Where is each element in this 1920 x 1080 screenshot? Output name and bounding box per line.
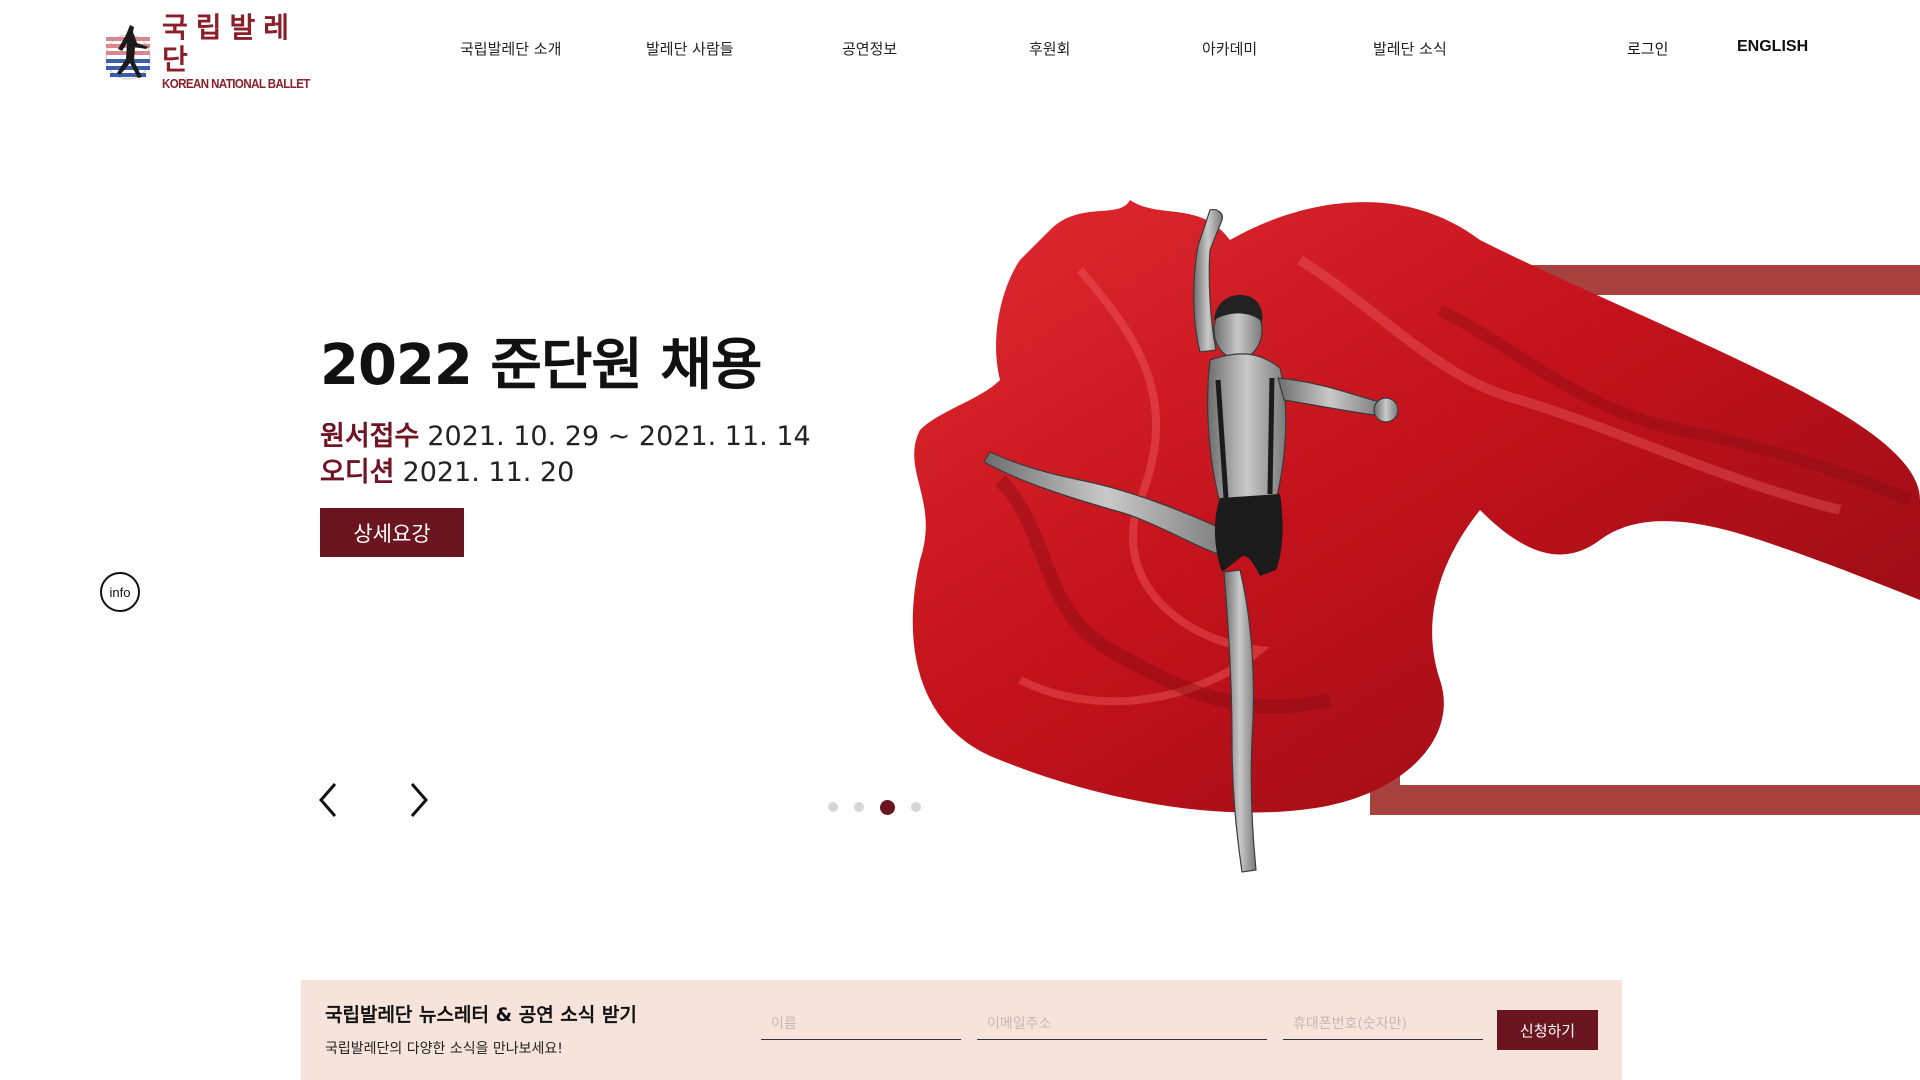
logo-english: KOREAN NATIONAL BALLET xyxy=(162,77,310,91)
newsletter-subtitle: 국립발레단의 다양한 소식을 만나보세요! xyxy=(325,1041,563,1057)
audition-date: 오디션 2021. 11. 20 xyxy=(320,450,574,489)
main-navigation: 국립발레단 소개 발레단 사람들 공연정보 후원회 아카데미 발레단 소식 로그… xyxy=(0,38,1920,62)
nav-item-news[interactable]: 발레단 소식 xyxy=(1373,38,1447,59)
slide-dot-3-active[interactable] xyxy=(880,799,895,815)
email-field[interactable] xyxy=(977,1008,1267,1040)
name-field[interactable] xyxy=(761,1008,961,1040)
application-dates: 2021. 10. 29 ~ 2021. 11. 14 xyxy=(427,421,811,452)
newsletter-signup: 국립발레단 뉴스레터 & 공연 소식 받기 국립발레단의 다양한 소식을 만나보… xyxy=(301,980,1622,1080)
hero-title: 2022 준단원 채용 xyxy=(320,333,762,398)
slide-dot-2[interactable] xyxy=(854,802,864,812)
application-period: 원서접수 2021. 10. 29 ~ 2021. 11. 14 xyxy=(320,414,811,453)
nav-item-academy[interactable]: 아카데미 xyxy=(1202,38,1257,59)
detail-button[interactable]: 상세요강 xyxy=(320,508,464,557)
login-link[interactable]: 로그인 xyxy=(1627,38,1668,59)
nav-item-people[interactable]: 발레단 사람들 xyxy=(646,38,734,59)
slide-dot-1[interactable] xyxy=(828,802,838,812)
info-button[interactable]: info xyxy=(100,572,140,612)
site-header: 국립발레단 KOREAN NATIONAL BALLET 국립발레단 소개 발레… xyxy=(0,0,1920,100)
newsletter-submit-button[interactable]: 신청하기 xyxy=(1497,1010,1598,1050)
slide-dot-4[interactable] xyxy=(911,802,921,812)
english-link[interactable]: ENGLISH xyxy=(1737,38,1808,56)
phone-field[interactable] xyxy=(1283,1008,1483,1040)
newsletter-title: 국립발레단 뉴스레터 & 공연 소식 받기 xyxy=(325,1004,637,1026)
nav-item-performances[interactable]: 공연정보 xyxy=(842,38,897,59)
slide-pagination xyxy=(828,799,937,815)
nav-item-about[interactable]: 국립발레단 소개 xyxy=(460,38,561,59)
hero-dancer-image xyxy=(912,200,1920,873)
nav-item-sponsors[interactable]: 후원회 xyxy=(1029,38,1070,59)
audition-label: 오디션 xyxy=(320,457,395,488)
chevron-right-icon[interactable] xyxy=(402,780,436,820)
application-label: 원서접수 xyxy=(320,421,420,452)
chevron-left-icon[interactable] xyxy=(313,780,347,820)
audition-date-value: 2021. 11. 20 xyxy=(402,457,575,488)
